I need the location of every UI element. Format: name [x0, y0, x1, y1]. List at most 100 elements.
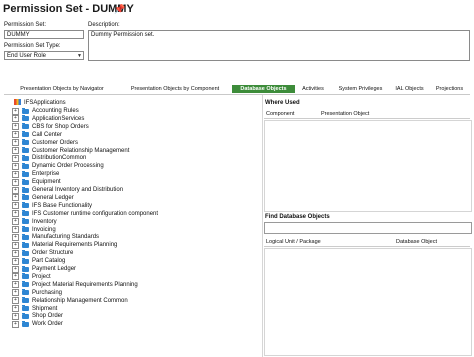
tree-item[interactable]: + Material Requirements Planning: [12, 241, 117, 249]
expand-icon[interactable]: +: [12, 162, 19, 170]
tree-item[interactable]: + Part Catalog: [12, 257, 65, 265]
expand-icon[interactable]: +: [12, 139, 19, 147]
tree-item-label: Manufacturing Standards: [32, 234, 100, 241]
tree-item[interactable]: + Equipment: [12, 178, 61, 186]
expand-icon[interactable]: +: [12, 178, 19, 186]
tab-presentation-objects-by-component[interactable]: Presentation Objects by Component: [122, 85, 228, 93]
folder-icon: [22, 178, 29, 185]
col-presentation-object[interactable]: Presentation Object: [321, 110, 369, 118]
expand-icon[interactable]: +: [12, 131, 19, 139]
panel-divider[interactable]: [262, 95, 263, 357]
expand-icon[interactable]: +: [12, 257, 19, 265]
tab-database-objects[interactable]: Database Objects: [232, 85, 295, 93]
permission-set-field[interactable]: DUMMY: [4, 30, 84, 39]
tab-system-privileges[interactable]: System Privileges: [333, 85, 388, 93]
tree-item[interactable]: + Shop Order: [12, 312, 63, 320]
expand-icon[interactable]: +: [12, 249, 19, 257]
col-logical-unit-package[interactable]: Logical Unit / Package: [266, 238, 321, 246]
tree-item[interactable]: + Customer Orders: [12, 139, 78, 147]
find-db-grid[interactable]: [264, 248, 472, 356]
tree-item-label: Project Material Requirements Planning: [32, 281, 138, 288]
tree-root[interactable]: IFSApplications: [14, 99, 66, 107]
folder-icon: [22, 312, 29, 319]
tab-activities[interactable]: Activities: [297, 85, 329, 93]
tree-item[interactable]: + Payment Ledger: [12, 265, 76, 273]
expand-icon[interactable]: +: [12, 305, 19, 312]
tree-item[interactable]: + Shipment: [12, 305, 57, 313]
tree-item[interactable]: + Call Center: [12, 131, 62, 139]
tree-item[interactable]: + Invoicing: [12, 226, 56, 234]
expand-icon[interactable]: +: [12, 107, 19, 115]
tab-projections[interactable]: Projections: [431, 85, 468, 93]
tree-item[interactable]: + CBS for Shop Orders: [12, 123, 89, 131]
tree-item[interactable]: + Work Order: [12, 320, 63, 328]
tab-presentation-objects-by-navigator[interactable]: Presentation Objects by Navigator: [12, 85, 112, 93]
tree-item-label: Order Structure: [32, 250, 74, 257]
expand-icon[interactable]: +: [12, 273, 19, 281]
tree-item-label: Enterprise: [32, 171, 60, 178]
tree-item[interactable]: + Customer Relationship Management: [12, 147, 129, 155]
folder-icon: [22, 289, 29, 296]
tree-item-label: Purchasing: [32, 289, 63, 296]
tree-item[interactable]: + IFS Customer runtime configuration comp…: [12, 210, 158, 218]
tree-item[interactable]: + Project Material Requirements Planning: [12, 281, 138, 289]
tree-item[interactable]: + Project: [12, 273, 51, 281]
description-value: Dummy Permission set.: [91, 32, 155, 38]
tree-item[interactable]: + Relationship Management Common: [12, 297, 128, 305]
expand-icon[interactable]: +: [12, 297, 19, 305]
expand-icon[interactable]: +: [12, 320, 19, 328]
expand-icon[interactable]: +: [12, 147, 19, 154]
description-field[interactable]: Dummy Permission set.: [88, 30, 470, 61]
expand-icon[interactable]: +: [12, 265, 19, 273]
expand-icon[interactable]: +: [12, 289, 19, 297]
where-used-grid[interactable]: [264, 120, 472, 212]
find-database-objects-title: Find Database Objects: [265, 214, 330, 220]
expand-icon[interactable]: +: [12, 123, 19, 131]
tree-item[interactable]: + Accounting Rules: [12, 107, 79, 115]
pin-icon[interactable]: 📌: [114, 4, 125, 15]
expand-icon[interactable]: +: [12, 241, 19, 249]
tree-item[interactable]: + IFS Base Functionality: [12, 202, 92, 210]
tree-item-label: Invoicing: [32, 226, 56, 233]
col-component[interactable]: Component: [266, 110, 294, 118]
expand-icon[interactable]: +: [12, 170, 19, 178]
tree-item-label: DistributionCommon: [32, 155, 87, 162]
tree-item[interactable]: + Inventory: [12, 218, 57, 226]
permission-set-label: Permission Set:: [4, 22, 47, 28]
tree-item[interactable]: + General Inventory and Distribution: [12, 186, 123, 194]
expand-icon[interactable]: +: [12, 154, 19, 162]
folder-icon: [22, 273, 29, 280]
expand-icon[interactable]: +: [12, 233, 19, 241]
tab-ial-objects[interactable]: IAL Objects: [391, 85, 428, 93]
expand-icon[interactable]: +: [12, 115, 19, 123]
expand-icon[interactable]: +: [12, 312, 19, 320]
folder-icon: [22, 249, 29, 256]
folder-icon: [22, 154, 29, 161]
expand-icon[interactable]: +: [12, 210, 19, 218]
tree-item[interactable]: + Dynamic Order Processing: [12, 162, 104, 170]
find-database-objects-input[interactable]: [264, 222, 472, 234]
permission-set-type-value: End User Role: [7, 53, 47, 59]
col-database-object[interactable]: Database Object: [396, 238, 437, 246]
tree-item[interactable]: + Enterprise: [12, 170, 59, 178]
expand-icon[interactable]: +: [12, 281, 19, 289]
expand-icon[interactable]: +: [12, 226, 19, 233]
tree-item-label: Accounting Rules: [32, 108, 79, 114]
tree-item[interactable]: + General Ledger: [12, 194, 74, 202]
folder-icon: [22, 297, 29, 304]
tree-item-label: General Inventory and Distribution: [32, 187, 124, 193]
tree-item[interactable]: + Purchasing: [12, 289, 62, 297]
expand-icon[interactable]: +: [12, 218, 19, 226]
tree-item-label: Customer Relationship Management: [32, 147, 130, 154]
permission-set-type-select[interactable]: End User Role ▼: [4, 51, 84, 60]
expand-icon[interactable]: +: [12, 202, 19, 210]
tree-item-label: CBS for Shop Orders: [32, 123, 89, 130]
folder-icon: [22, 131, 29, 138]
tree-item[interactable]: + Order Structure: [12, 249, 73, 257]
tree-item[interactable]: + ApplicationServices: [12, 115, 84, 123]
chevron-down-icon: ▼: [77, 53, 82, 59]
expand-icon[interactable]: +: [12, 186, 19, 194]
tree-item[interactable]: + DistributionCommon: [12, 154, 86, 162]
expand-icon[interactable]: +: [12, 194, 19, 202]
tree-item[interactable]: + Manufacturing Standards: [12, 233, 99, 241]
